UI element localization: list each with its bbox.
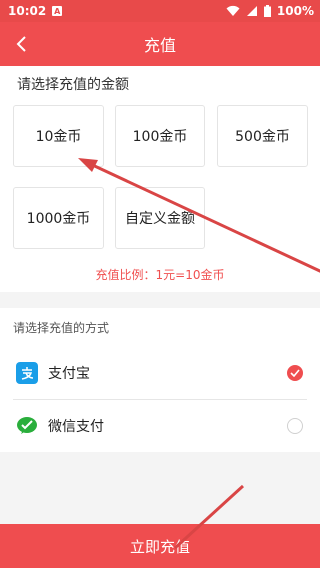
amount-option-1000[interactable]: 1000金币 [13,187,104,249]
payment-name: 支付宝 [48,366,90,382]
amount-section: 请选择充值的金额 10金币 100金币 500金币 1000金币 自定义金额 充… [0,66,320,292]
notification-icon: A [52,6,63,16]
amount-option-100[interactable]: 100金币 [115,105,205,167]
payment-option-wechat[interactable]: 微信支付 [0,400,320,452]
chevron-left-icon [16,36,26,52]
amount-section-label: 请选择充值的金额 [17,77,129,93]
app-header: 充值 [0,22,320,66]
amount-option-10[interactable]: 10金币 [13,105,104,167]
battery-icon [263,5,271,17]
battery-percentage: 100% [276,4,314,18]
wechat-pay-icon [16,415,38,437]
radio-unchecked-icon[interactable] [287,418,303,434]
exchange-ratio: 充值比例：1元=10金币 [95,268,225,282]
page-title: 充值 [143,36,176,55]
alipay-icon [16,362,38,384]
back-button[interactable] [8,30,36,58]
status-bar: 10:02 A 100% [0,0,320,22]
payment-option-alipay[interactable]: 支付宝 [0,347,320,399]
amount-option-custom[interactable]: 自定义金额 [115,187,205,249]
status-time: 10:02 [8,4,47,18]
amount-option-500[interactable]: 500金币 [217,105,308,167]
radio-checked-icon[interactable] [287,365,303,381]
payment-name: 微信支付 [48,419,104,435]
confirm-recharge-button[interactable]: 立即充值 [0,524,320,568]
payment-section: 请选择充值的方式 支付宝 微信支付 [0,308,320,452]
signal-icon [246,6,257,16]
payment-section-label: 请选择充值的方式 [13,321,110,335]
wifi-icon [226,5,240,16]
